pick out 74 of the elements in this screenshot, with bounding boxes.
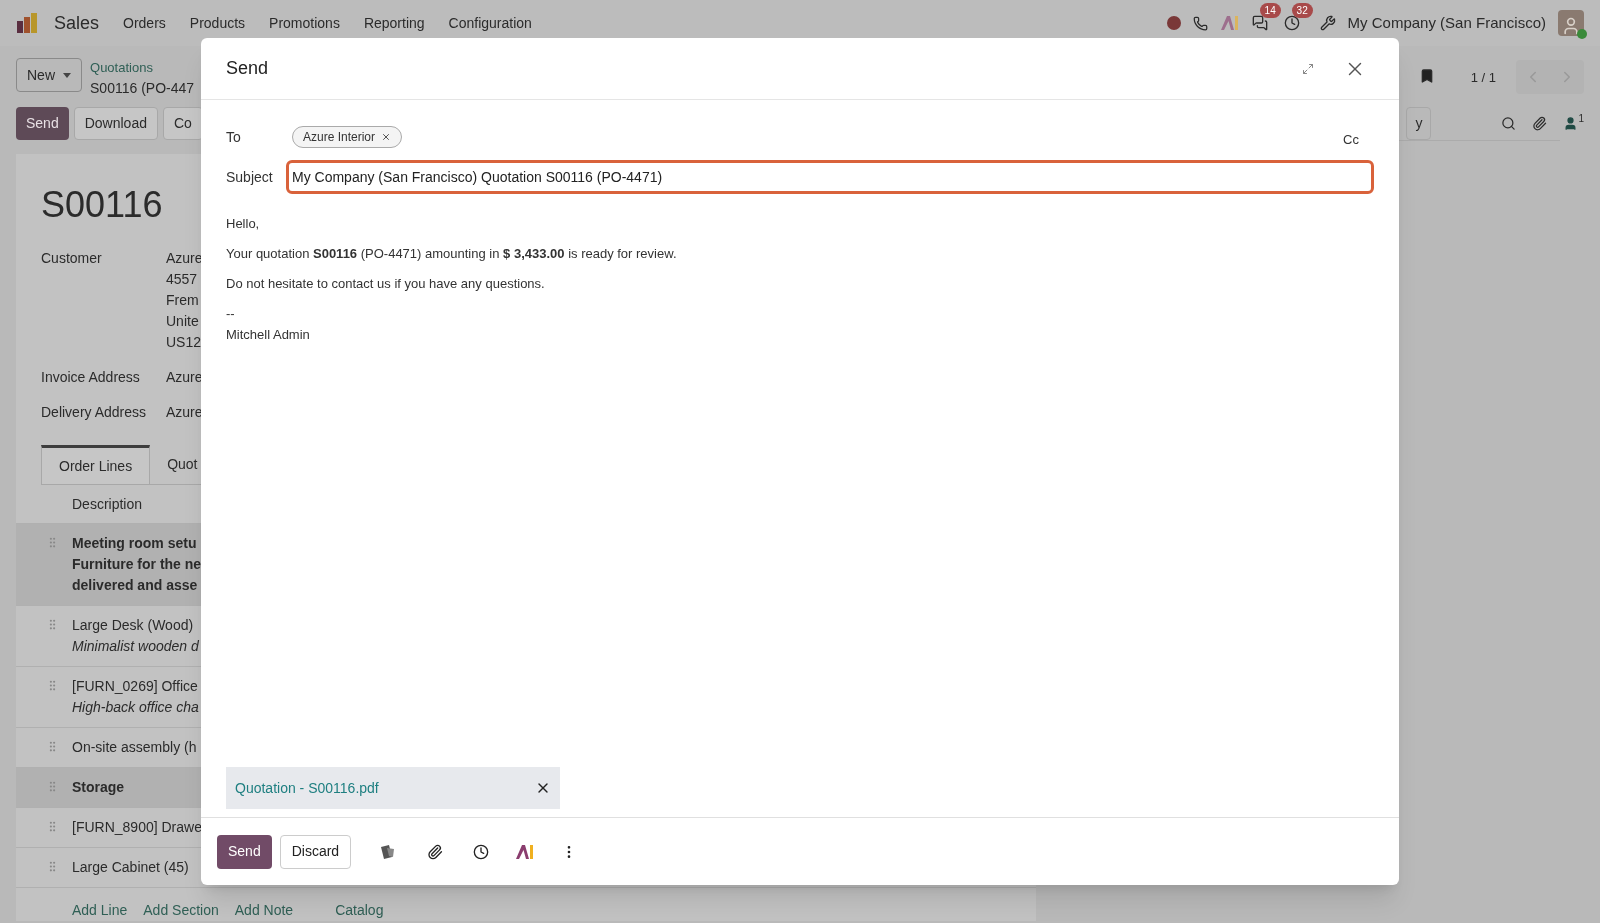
add-link[interactable]: Add Note [234, 900, 294, 921]
cc-link[interactable]: Cc [1343, 130, 1359, 150]
action-button[interactable]: Co [162, 106, 203, 140]
field-value: Azure [166, 249, 203, 268]
field-label: Invoice Address [41, 368, 141, 387]
line-text: Meeting room setu [72, 534, 198, 553]
user-avatar[interactable] [1558, 10, 1584, 36]
body-paragraph: Do not hesitate to contact us if you have any questions. [226, 275, 545, 293]
body-line: Mitchell Admin [226, 326, 310, 344]
line-text: On-site assembly (h [72, 738, 197, 757]
clock-icon[interactable] [473, 843, 490, 860]
line-text: [FURN_8900] Drawe [72, 818, 202, 837]
body-paragraph: Hello, [226, 215, 260, 233]
new-button[interactable]: New [16, 58, 82, 92]
breadcrumb-link[interactable]: Quotations [90, 58, 195, 78]
line-text: delivered and asse [72, 576, 199, 595]
notification-badge: 32 [1291, 3, 1313, 18]
follower-count: 1 [1578, 111, 1584, 126]
notification-badge: 14 [1259, 3, 1281, 18]
clock-icon[interactable] [1283, 15, 1300, 31]
phone-icon[interactable] [1192, 15, 1208, 31]
chat-icon[interactable] [1251, 15, 1268, 31]
field-value: Azure [166, 403, 203, 422]
app-logo-icon[interactable] [16, 12, 38, 34]
paperclip-icon[interactable] [427, 843, 444, 860]
discard-button[interactable]: Discard [279, 834, 352, 869]
line-note: High-back office cha [72, 698, 199, 717]
field-value: Azure [166, 368, 203, 387]
company-name[interactable]: My Company (San Francisco) [1347, 11, 1546, 35]
paperclip-icon[interactable] [1532, 115, 1548, 131]
line-text: Storage [72, 778, 125, 797]
menu-item[interactable]: Promotions [269, 12, 340, 34]
action-button[interactable]: Send [16, 106, 69, 140]
field-label: Delivery Address [41, 403, 148, 422]
line-text: Large Cabinet (45) [72, 858, 189, 877]
add-link[interactable]: Catalog [335, 900, 384, 921]
action-button[interactable]: Download [73, 106, 158, 140]
form-tab[interactable]: Order Lines [41, 445, 151, 484]
line-text: Large Desk (Wood) [72, 616, 195, 635]
form-tab[interactable]: Quot [150, 445, 215, 484]
add-link[interactable]: Add Line [72, 900, 128, 921]
record-title: S00116 [41, 183, 163, 227]
pager-value[interactable]: 1 / 1 [1470, 68, 1496, 88]
field-value: US12 [166, 333, 203, 352]
dialog-title: Send [226, 57, 269, 80]
add-link[interactable]: Add Section [143, 900, 219, 921]
recipient-tag[interactable]: Azure Interior [292, 126, 403, 148]
to-label: To [226, 127, 242, 147]
expand-icon[interactable] [1302, 62, 1314, 75]
body-paragraph: Your quotation S00116 (PO-4471) amounting in $ 3,433.00 is ready for review. [226, 245, 677, 263]
line-text: Furniture for the ne [72, 555, 202, 574]
field-value: 4557 [166, 270, 199, 289]
search-icon[interactable] [1501, 115, 1517, 131]
remove-icon[interactable] [381, 132, 392, 142]
field-value: Frem [166, 291, 200, 310]
menu-item[interactable]: Orders [123, 12, 166, 34]
chatter-button[interactable]: y [1406, 106, 1432, 140]
send-button[interactable]: Send [217, 834, 272, 869]
field-label: Customer [41, 249, 103, 268]
line-note: Minimalist wooden d [72, 637, 199, 656]
tools-icon[interactable] [1319, 15, 1336, 31]
app-name[interactable]: Sales [54, 9, 100, 37]
ai-logo-icon[interactable] [515, 843, 536, 860]
menu-item[interactable]: Reporting [363, 12, 425, 34]
line-text: [FURN_0269] Office [72, 677, 199, 696]
menu-item[interactable]: Configuration [448, 12, 532, 34]
body-line: -- [226, 305, 235, 323]
record-name: S00116 (PO-447 [90, 79, 195, 98]
attachment-link[interactable]: Quotation - S00116.pdf [235, 777, 535, 799]
subject-input[interactable]: My Company (San Francisco) Quotation S00116 (PO-4471) [286, 160, 1374, 194]
field-value: Unite [166, 312, 200, 331]
subject-label: Subject [226, 167, 274, 187]
follower-icon[interactable] [1563, 115, 1579, 131]
menu-item[interactable]: Products [189, 12, 246, 34]
